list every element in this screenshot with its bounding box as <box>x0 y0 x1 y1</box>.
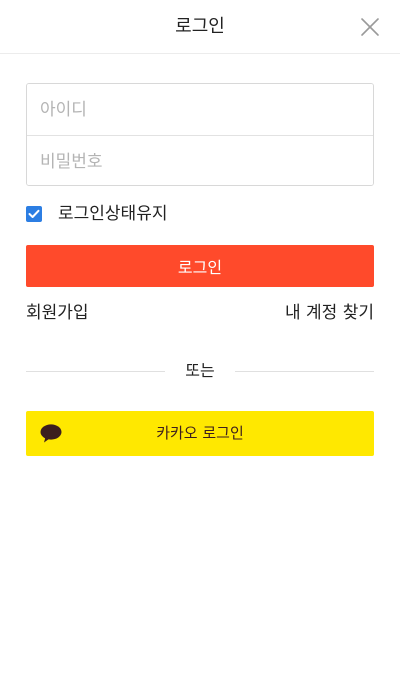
keep-login-checkbox[interactable] <box>26 206 42 222</box>
kakao-login-label: 카카오 로그인 <box>156 424 244 442</box>
keep-login-toggle[interactable]: 로그인상태유지 <box>26 204 167 224</box>
password-input[interactable] <box>27 136 373 185</box>
signup-link[interactable]: 회원가입 <box>26 302 89 324</box>
or-divider: 또는 <box>26 360 374 382</box>
id-input[interactable] <box>27 84 373 135</box>
close-button[interactable] <box>360 17 380 37</box>
header-bar: 로그인 <box>0 0 400 54</box>
kakao-login-button[interactable]: 카카오 로그인 <box>26 411 374 456</box>
close-icon <box>361 18 379 36</box>
checkmark-icon <box>28 209 40 218</box>
find-account-link[interactable]: 내 계정 찾기 <box>285 302 374 324</box>
login-input-group <box>26 83 374 186</box>
login-button[interactable]: 로그인 <box>26 245 374 287</box>
keep-login-label: 로그인상태유지 <box>58 204 168 224</box>
page-title: 로그인 <box>175 16 225 37</box>
divider-line-right <box>235 371 374 372</box>
